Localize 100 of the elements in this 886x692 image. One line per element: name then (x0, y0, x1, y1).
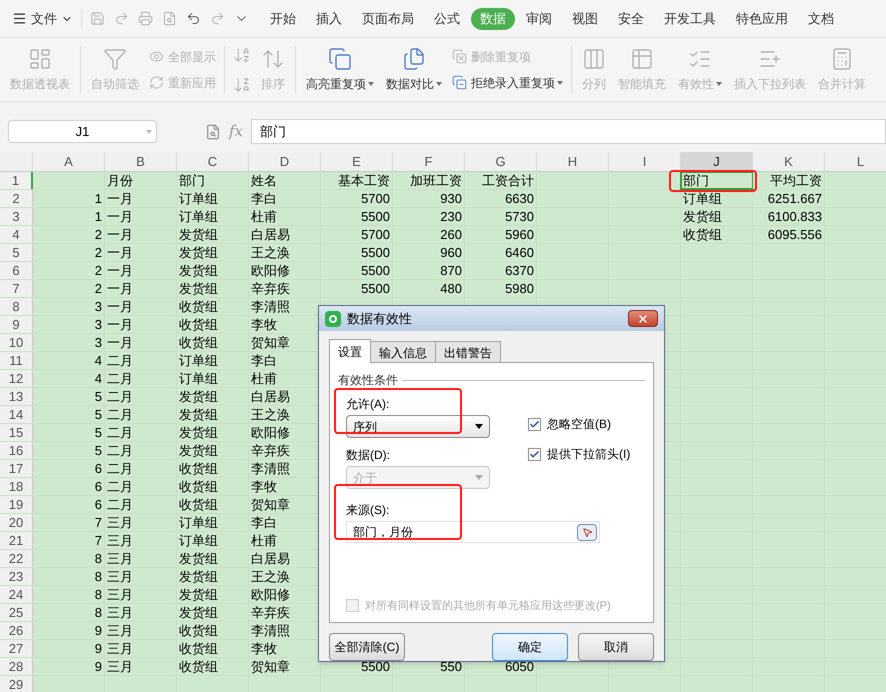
table-cell: 一月 (105, 280, 177, 297)
menu-icon (12, 11, 27, 26)
column-header[interactable]: K (753, 152, 825, 171)
ribbon-button[interactable]: 高亮重复项 (300, 38, 380, 101)
table-cell: 260 (393, 226, 465, 243)
table-cell: 二月 (105, 424, 177, 441)
checkbox[interactable] (528, 418, 541, 431)
table-cell: 870 (393, 262, 465, 279)
name-box[interactable]: J1 (8, 120, 157, 143)
dialog-button[interactable]: 确定 (492, 633, 568, 661)
eye-filter-icon (149, 49, 164, 64)
redo-icon[interactable] (114, 11, 129, 26)
table-cell: 欧阳修 (249, 262, 321, 279)
table-cell: 6460 (465, 244, 537, 261)
column-header[interactable]: L (825, 152, 886, 171)
ribbon-tab[interactable]: 页面布局 (353, 8, 423, 30)
column-header[interactable]: J (681, 152, 753, 171)
table-cell: 3 (33, 298, 105, 315)
table-cell: 480 (393, 280, 465, 297)
dialog-tab[interactable]: 设置 (329, 339, 371, 364)
ribbon-tab[interactable]: 插入 (307, 8, 351, 30)
table-cell: 2 (33, 280, 105, 297)
table-cell: 部门 (177, 172, 249, 189)
undo-icon[interactable] (186, 11, 201, 26)
table-cell: 4 (33, 370, 105, 387)
ribbon-button[interactable]: 拒绝录入重复项 (452, 74, 563, 92)
column-header[interactable]: A (33, 152, 105, 171)
column-header[interactable]: F (393, 152, 465, 171)
table-cell: 姓名 (249, 172, 321, 189)
table-cell: 一月 (105, 190, 177, 207)
table-cell: 5700 (321, 226, 393, 243)
ribbon-tab[interactable]: 文档 (799, 8, 843, 30)
refresh-filter-icon (149, 75, 164, 90)
table-cell: 960 (393, 244, 465, 261)
ribbon-tab[interactable]: 公式 (425, 8, 469, 30)
table-cell: 8 (33, 604, 105, 621)
ribbon-tab[interactable]: 视图 (563, 8, 607, 30)
range-picker-icon[interactable] (577, 524, 597, 541)
column-header[interactable]: E (321, 152, 393, 171)
source-field[interactable]: 部门，月份 (346, 521, 600, 544)
table-cell: 一月 (105, 316, 177, 333)
ribbon-tab[interactable]: 特色应用 (727, 8, 797, 30)
table-cell: 一月 (105, 298, 177, 315)
table-cell: 李清照 (249, 460, 321, 477)
table-cell: 8 (33, 568, 105, 585)
checkbox[interactable] (528, 448, 541, 461)
redo-icon[interactable] (210, 11, 225, 26)
table-cell: 订单组 (177, 370, 249, 387)
table-cell: 5 (33, 406, 105, 423)
file-menu[interactable]: 文件 (12, 8, 82, 28)
table-cell: 230 (393, 208, 465, 225)
table-cell: 收货组 (177, 622, 249, 639)
table-cell: 欧阳修 (249, 424, 321, 441)
formula-field[interactable]: 部门 (251, 119, 886, 144)
table-cell: 6370 (465, 262, 537, 279)
delete-duplicate-icon (452, 49, 467, 64)
table-cell: 1 (33, 208, 105, 225)
caret-icon (557, 81, 563, 86)
table-cell: 二月 (105, 352, 177, 369)
dialog-button[interactable]: 取消 (578, 633, 654, 661)
close-icon (637, 312, 649, 325)
table-cell: 三月 (105, 568, 177, 585)
table-cell: 5500 (321, 280, 393, 297)
print-icon[interactable] (138, 11, 153, 26)
ribbon-button[interactable]: 数据对比 (380, 38, 448, 101)
table-cell: 基本工资 (321, 172, 393, 189)
table-cell: 李白 (249, 514, 321, 531)
table-cell: 贺知章 (249, 496, 321, 513)
ribbon-tab[interactable]: 开发工具 (655, 8, 725, 30)
allow-select[interactable]: 序列 (346, 415, 490, 438)
dialog-button[interactable]: 全部清除(C) (329, 633, 405, 661)
table-cell: 1 (33, 190, 105, 207)
ribbon-tab[interactable]: 审阅 (517, 8, 561, 30)
table-cell: 5500 (321, 262, 393, 279)
ribbon-tab[interactable]: 开始 (261, 8, 305, 30)
save-icon[interactable] (90, 11, 105, 26)
column-header[interactable]: B (105, 152, 177, 171)
table-cell: 5960 (465, 226, 537, 243)
column-header[interactable]: D (249, 152, 321, 171)
table-cell: 贺知章 (249, 658, 321, 675)
table-cell: 6 (33, 496, 105, 513)
checkbox-label: 提供下拉箭头(I) (547, 446, 630, 464)
table-cell: 收货组 (177, 478, 249, 495)
column-header[interactable]: H (537, 152, 609, 171)
duplicate-icon (328, 46, 352, 70)
column-header[interactable]: C (177, 152, 249, 171)
zoom-icon[interactable] (205, 124, 221, 140)
table-cell: 二月 (105, 442, 177, 459)
table-cell: 9 (33, 658, 105, 675)
close-button[interactable] (628, 310, 658, 328)
caret-icon (436, 82, 442, 86)
table-cell: 订单组 (177, 532, 249, 549)
column-header[interactable]: G (465, 152, 537, 171)
print-preview-icon[interactable] (162, 11, 177, 26)
ribbon-tab[interactable]: 安全 (609, 8, 653, 30)
dropdown-arrow-icon (475, 475, 483, 480)
dialog-tab[interactable]: 输入信息 (370, 341, 436, 364)
check-icon (529, 418, 540, 430)
dialog-tab[interactable]: 出错警告 (435, 341, 501, 364)
table-cell: 发货组 (177, 244, 249, 261)
